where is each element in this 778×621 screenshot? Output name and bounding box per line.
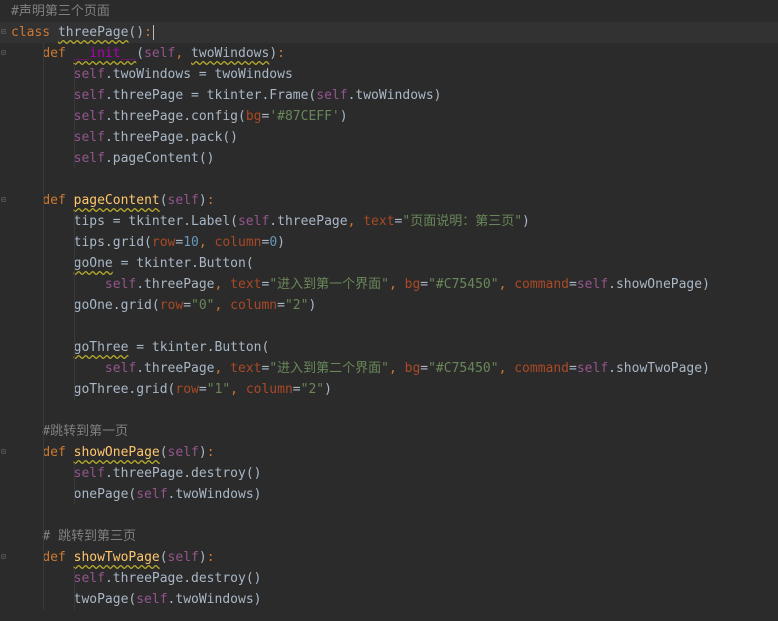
code-text: #跳转到第一页 (42, 424, 129, 439)
code-text: def showTwoPage(self): (42, 550, 215, 565)
code-line[interactable] (0, 169, 778, 190)
indent-guide (74, 64, 76, 169)
code-text: self.threePage, text="进入到第一个界面", bg="#C7… (104, 277, 710, 292)
text-caret (152, 25, 154, 40)
indent-guide (74, 463, 76, 505)
code-line[interactable]: self.threePage.config(bg='#87CEFF') (0, 106, 778, 127)
code-text: twoPage(self.twoWindows) (73, 592, 262, 607)
code-text: self.threePage.destroy() (73, 571, 262, 586)
code-line[interactable]: ⊟ def showOnePage(self): (0, 442, 778, 463)
code-text: # 跳转到第三页 (42, 529, 136, 544)
code-line[interactable]: tips.grid(row=10, column=0) (0, 232, 778, 253)
fold-marker-icon[interactable]: ⊟ (1, 196, 8, 204)
code-line[interactable]: twoPage(self.twoWindows) (0, 589, 778, 610)
code-text: self.threePage, text="进入到第二个界面", bg="#C7… (104, 361, 710, 376)
code-text: goOne = tkinter.Button( (73, 256, 254, 271)
code-text: tips = tkinter.Label(self.threePage, tex… (11, 214, 530, 229)
code-text: self.threePage.destroy() (73, 466, 262, 481)
code-text: self.twoWindows = twoWindows (73, 67, 293, 82)
code-line[interactable]: goThree = tkinter.Button( (0, 337, 778, 358)
code-line[interactable]: self.threePage.pack() (0, 127, 778, 148)
code-line[interactable]: # 跳转到第三页 (0, 526, 778, 547)
code-line[interactable]: self.threePage.destroy() (0, 568, 778, 589)
code-line[interactable]: self.threePage, text="进入到第二个界面", bg="#C7… (0, 358, 778, 379)
code-text: def pageContent(self): (42, 193, 215, 208)
indent-guide (74, 211, 76, 400)
code-text: self.threePage = tkinter.Frame(self.twoW… (73, 88, 442, 103)
fold-marker-icon[interactable]: ⊟ (1, 49, 8, 57)
code-text: self.threePage.pack() (73, 130, 238, 145)
code-line[interactable] (0, 400, 778, 421)
code-line[interactable]: ⊟ def __init__(self, twoWindows): (0, 43, 778, 64)
code-text: def showOnePage(self): (42, 445, 215, 460)
code-text: goThree.grid(row="1", column="2") (11, 382, 332, 397)
code-line[interactable]: ⊟ def pageContent(self): (0, 190, 778, 211)
code-line[interactable]: goThree.grid(row="1", column="2") (0, 379, 778, 400)
code-line[interactable]: ⊟ class threePage(): (0, 22, 778, 43)
code-text: #声明第三个页面 (11, 4, 110, 19)
code-text: class threePage(): (11, 25, 154, 40)
code-line[interactable]: self.threePage.destroy() (0, 463, 778, 484)
code-text: self.threePage.config(bg='#87CEFF') (73, 109, 348, 124)
code-text: onePage(self.twoWindows) (73, 487, 262, 502)
code-line[interactable]: #跳转到第一页 (0, 421, 778, 442)
fold-marker-icon[interactable]: ⊟ (1, 448, 8, 456)
code-editor[interactable]: #声明第三个页面 ⊟ class threePage(): ⊟ def __init_… (0, 0, 778, 621)
code-text: self.pageContent() (73, 151, 215, 166)
code-line[interactable]: self.twoWindows = twoWindows (0, 64, 778, 85)
code-line[interactable]: goOne = tkinter.Button( (0, 253, 778, 274)
code-line[interactable]: self.threePage, text="进入到第一个界面", bg="#C7… (0, 274, 778, 295)
code-text: def __init__(self, twoWindows): (42, 46, 285, 61)
code-line[interactable]: ⊟ def showTwoPage(self): (0, 547, 778, 568)
code-line[interactable]: self.threePage = tkinter.Frame(self.twoW… (0, 85, 778, 106)
code-text: goThree = tkinter.Button( (73, 340, 270, 355)
code-line[interactable]: onePage(self.twoWindows) (0, 484, 778, 505)
code-line[interactable]: tips = tkinter.Label(self.threePage, tex… (0, 211, 778, 232)
code-line[interactable]: goOne.grid(row="0", column="2") (0, 295, 778, 316)
code-text: goOne.grid(row="0", column="2") (11, 298, 317, 313)
code-line[interactable]: #声明第三个页面 (0, 1, 778, 22)
fold-marker-icon[interactable]: ⊟ (1, 553, 8, 561)
code-text: tips.grid(row=10, column=0) (11, 235, 285, 250)
code-line[interactable]: self.pageContent() (0, 148, 778, 169)
fold-marker-icon[interactable]: ⊟ (1, 28, 8, 36)
code-line[interactable] (0, 505, 778, 526)
code-line[interactable] (0, 316, 778, 337)
indent-guide (74, 568, 76, 610)
indent-guide (42, 43, 44, 610)
